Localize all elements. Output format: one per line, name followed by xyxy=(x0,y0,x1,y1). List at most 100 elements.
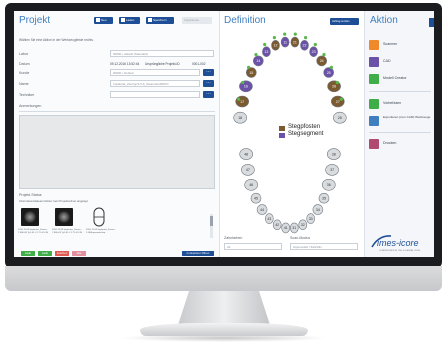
tooth-36[interactable]: 36 xyxy=(322,179,336,191)
selection-dot[interactable] xyxy=(293,32,297,36)
selection-dot[interactable] xyxy=(339,97,343,101)
anmerkungen-textarea[interactable] xyxy=(19,115,215,189)
svg-text:17: 17 xyxy=(240,100,244,104)
tooth-13[interactable]: 13 xyxy=(262,46,271,58)
cad-action[interactable]: CAD xyxy=(369,56,433,68)
selection-dot[interactable] xyxy=(322,53,326,57)
tooth-22[interactable]: 22 xyxy=(300,39,309,51)
file-thumbnail[interactable] xyxy=(21,208,39,226)
tooth-33[interactable]: 33 xyxy=(306,213,315,224)
tooth-32[interactable]: 32 xyxy=(298,219,308,231)
status-delete-button[interactable]: Löschen xyxy=(55,251,69,256)
status-action-button[interactable]: Lade xyxy=(38,251,52,256)
export-action[interactable]: Exportieren (zum CAM) Werkzeuge xyxy=(369,115,433,129)
file-caption: 2016-12-09 Implantat_Zentro... 1-SB8-gew… xyxy=(86,229,117,234)
selection-dot[interactable] xyxy=(283,32,287,36)
svg-text:28: 28 xyxy=(338,116,342,120)
techniker-label: Techniker xyxy=(19,93,35,97)
selection-dot[interactable] xyxy=(263,42,267,47)
tooth-24[interactable]: 24 xyxy=(316,55,327,67)
definition-title: Definition xyxy=(224,15,266,26)
print-icon xyxy=(369,139,379,149)
name-more-button[interactable]: … xyxy=(203,80,214,87)
labor-select[interactable]: 00000 • default (Standard) xyxy=(110,50,214,57)
tooth-27[interactable]: 27 xyxy=(331,95,345,108)
svg-text:31: 31 xyxy=(292,226,296,230)
techniker-more-button[interactable]: … xyxy=(203,91,214,98)
selection-dot[interactable] xyxy=(241,80,245,85)
techniker-select[interactable] xyxy=(110,91,200,98)
tooth-23[interactable]: 23 xyxy=(309,46,318,58)
selection-dot[interactable] xyxy=(247,65,251,69)
kunde-more-button[interactable]: … xyxy=(203,69,214,76)
name-input[interactable]: Implantat_Zentrgr/4-5-6_SteamstarRNKN xyxy=(110,80,200,87)
model-creator-action[interactable]: Modell Creator xyxy=(369,73,433,85)
folder-icon xyxy=(121,18,125,23)
tooth-46[interactable]: 46 xyxy=(244,179,259,191)
scan-icon xyxy=(369,40,379,50)
selection-dot[interactable] xyxy=(254,53,258,57)
labor-label: Labor xyxy=(19,52,29,56)
tooth-43[interactable]: 43 xyxy=(264,213,274,224)
process-action[interactable]: Vorbehlaen xyxy=(369,98,433,110)
svg-text:41: 41 xyxy=(284,226,288,230)
projekt-title: Projekt xyxy=(19,15,51,26)
send-order-button[interactable]: Auftrag senden xyxy=(330,18,359,25)
tooth-12[interactable]: 12 xyxy=(271,39,280,51)
zahnfarben-select[interactable]: A1 xyxy=(224,243,282,250)
datum-value: 09.12.2016 13:52:44 xyxy=(110,62,140,66)
tooth-21[interactable]: 21 xyxy=(290,36,300,48)
tooth-42[interactable]: 42 xyxy=(272,219,282,231)
tooth-17[interactable]: 17 xyxy=(235,95,250,108)
svg-text:26: 26 xyxy=(332,85,336,89)
status-scrollbar[interactable] xyxy=(210,214,213,238)
selection-dot[interactable] xyxy=(304,36,308,40)
svg-text:36: 36 xyxy=(327,183,331,187)
tooth-37[interactable]: 37 xyxy=(325,164,339,176)
import-button[interactable]: Importieren xyxy=(182,17,212,24)
status-action-button[interactable]: Lade xyxy=(21,251,35,256)
tooth-41[interactable]: 41 xyxy=(281,222,291,234)
scan-modus-select[interactable]: Gipsmodell / Zahnfilm xyxy=(290,243,358,250)
scan-action[interactable]: Scannen xyxy=(369,39,433,51)
selection-dot[interactable] xyxy=(329,65,333,69)
implant-icon[interactable] xyxy=(91,207,107,227)
file-thumbnail[interactable] xyxy=(55,208,73,226)
load-button[interactable]: Laden xyxy=(119,17,140,24)
tooth-44[interactable]: 44 xyxy=(256,204,268,215)
svg-text:18: 18 xyxy=(238,116,242,120)
print-action[interactable]: Drucken xyxy=(369,138,433,150)
status-all-button[interactable]: Alle xyxy=(72,251,86,256)
save-button[interactable]: Speichern xyxy=(146,17,174,24)
tooth-11[interactable]: 11 xyxy=(280,36,290,48)
panel-tab[interactable] xyxy=(429,18,434,27)
file-caption: 2016-12-09 Implantat_Zentro... 7.90E-09 … xyxy=(18,229,49,234)
tooth-45[interactable]: 45 xyxy=(250,192,262,204)
tooth-48[interactable]: 48 xyxy=(239,148,254,160)
aktion-panel: Aktion Scannen CAD Modell Creator Vorbeh… xyxy=(365,11,434,257)
selection-dot[interactable] xyxy=(237,97,241,101)
status-title: Projekt-Status xyxy=(19,193,42,197)
tooth-14[interactable]: 14 xyxy=(252,55,264,67)
tooth-31[interactable]: 31 xyxy=(290,222,299,234)
tooth-18[interactable]: 18 xyxy=(233,111,248,124)
selection-dot[interactable] xyxy=(272,36,276,40)
app-screen: Projekt Neu Laden Speichern Importieren … xyxy=(14,11,434,257)
open-explorer-button[interactable]: im Explorer öffnen xyxy=(182,251,214,256)
tooth-35[interactable]: 35 xyxy=(318,192,330,204)
tooth-47[interactable]: 47 xyxy=(241,164,255,176)
status-subtitle: Informationsdateien fehlen: kein Projekt… xyxy=(19,199,88,203)
tooth-38[interactable]: 38 xyxy=(327,148,341,160)
tooth-34[interactable]: 34 xyxy=(312,204,324,215)
kunde-select[interactable]: 00000 • Default xyxy=(110,69,200,76)
tooth-25[interactable]: 25 xyxy=(323,67,334,78)
tooth-28[interactable]: 28 xyxy=(333,111,347,124)
divider xyxy=(369,132,431,133)
imes-icore-logo: imes-icore COMPETENCE IN CNC & DENTAL TE… xyxy=(371,235,421,252)
scrollbar-thumb[interactable] xyxy=(210,216,213,226)
new-button[interactable]: Neu xyxy=(94,17,113,24)
selection-dot[interactable] xyxy=(335,80,339,85)
legend-post-swatch xyxy=(279,126,285,131)
selection-dot[interactable] xyxy=(313,42,317,47)
tooth-15[interactable]: 15 xyxy=(245,67,257,78)
